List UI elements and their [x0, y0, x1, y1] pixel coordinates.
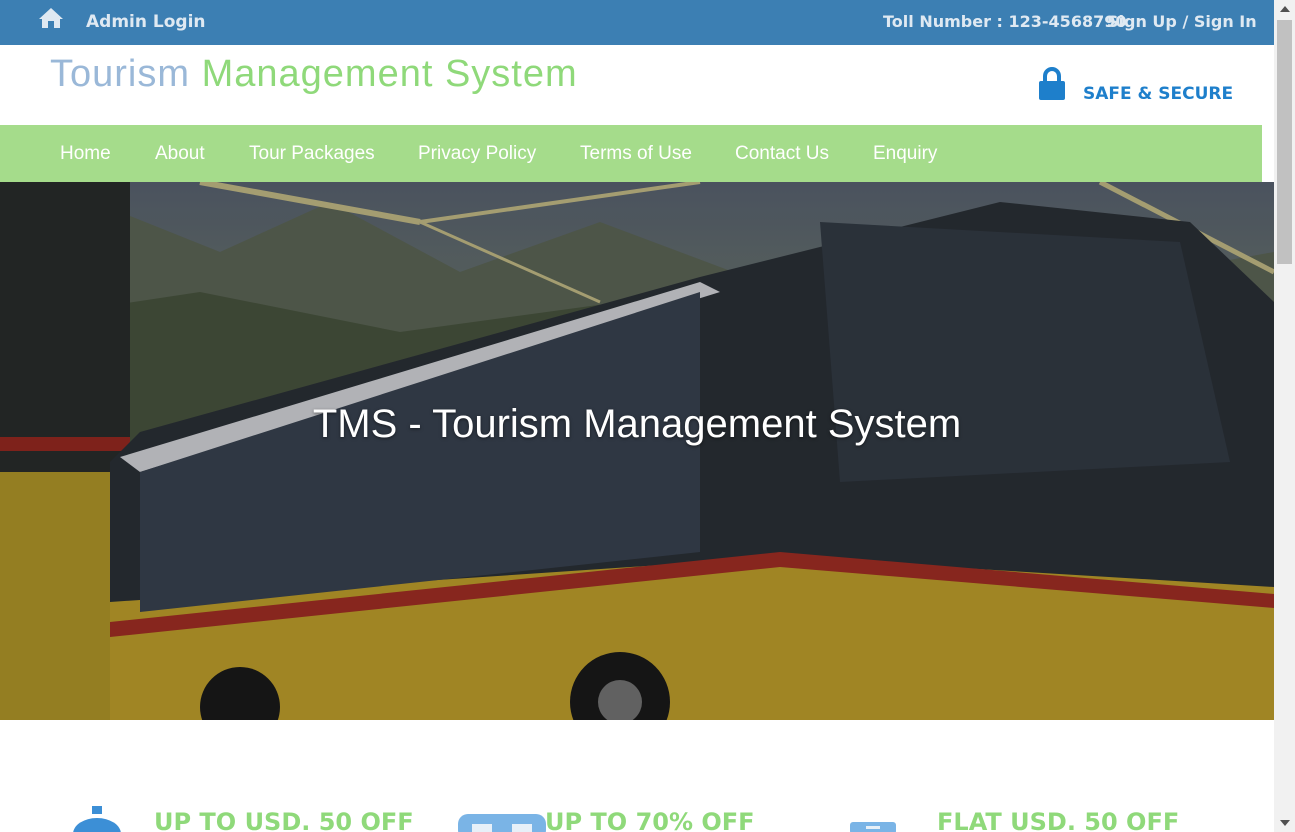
offer-usd-50-off: UP TO USD. 50 OFF: [154, 808, 414, 832]
toll-number: Toll Number : 123-4568790: [883, 12, 1127, 31]
nav-tour-packages[interactable]: Tour Packages: [249, 143, 375, 165]
scroll-down-arrow-icon[interactable]: [1280, 820, 1290, 826]
tag-icon: [850, 822, 896, 832]
scroll-thumb[interactable]: [1277, 20, 1292, 264]
top-bar: Admin Login Toll Number : 123-4568790 Si…: [0, 0, 1274, 45]
nav-terms-of-use[interactable]: Terms of Use: [580, 143, 692, 165]
nav-about[interactable]: About: [155, 143, 205, 165]
hero-bus-image: [0, 182, 1274, 720]
offers-section: UP TO USD. 50 OFF UP TO 70% OFF FLAT USD…: [0, 720, 1274, 832]
money-bag-icon: [73, 806, 121, 832]
site-brand[interactable]: Tourism Management System: [50, 53, 578, 96]
ticket-icon: [458, 814, 546, 832]
lock-icon: [1039, 67, 1065, 100]
home-icon[interactable]: [37, 6, 65, 30]
nav-home[interactable]: Home: [60, 143, 111, 165]
nav-privacy-policy[interactable]: Privacy Policy: [418, 143, 536, 165]
scroll-up-arrow-icon[interactable]: [1280, 6, 1290, 12]
brand-word-tourism: Tourism: [50, 53, 191, 95]
offer-70-off: UP TO 70% OFF: [545, 808, 755, 832]
main-nav: Home About Tour Packages Privacy Policy …: [0, 125, 1262, 182]
site-header: Tourism Management System SAFE & SECURE: [0, 45, 1274, 125]
nav-contact-us[interactable]: Contact Us: [735, 143, 829, 165]
safe-secure-label: SAFE & SECURE: [1083, 84, 1234, 104]
brand-word-management: Management System: [201, 53, 578, 95]
nav-enquiry[interactable]: Enquiry: [873, 143, 937, 165]
admin-login-link[interactable]: Admin Login: [86, 12, 206, 32]
sign-up-sign-in-link[interactable]: Sign Up / Sign In: [1107, 12, 1257, 31]
hero-title: TMS - Tourism Management System: [312, 402, 962, 446]
offer-flat-usd-50-off: FLAT USD. 50 OFF: [937, 808, 1180, 832]
page-scrollbar[interactable]: [1274, 0, 1295, 832]
hero-banner: TMS - Tourism Management System: [0, 182, 1274, 720]
